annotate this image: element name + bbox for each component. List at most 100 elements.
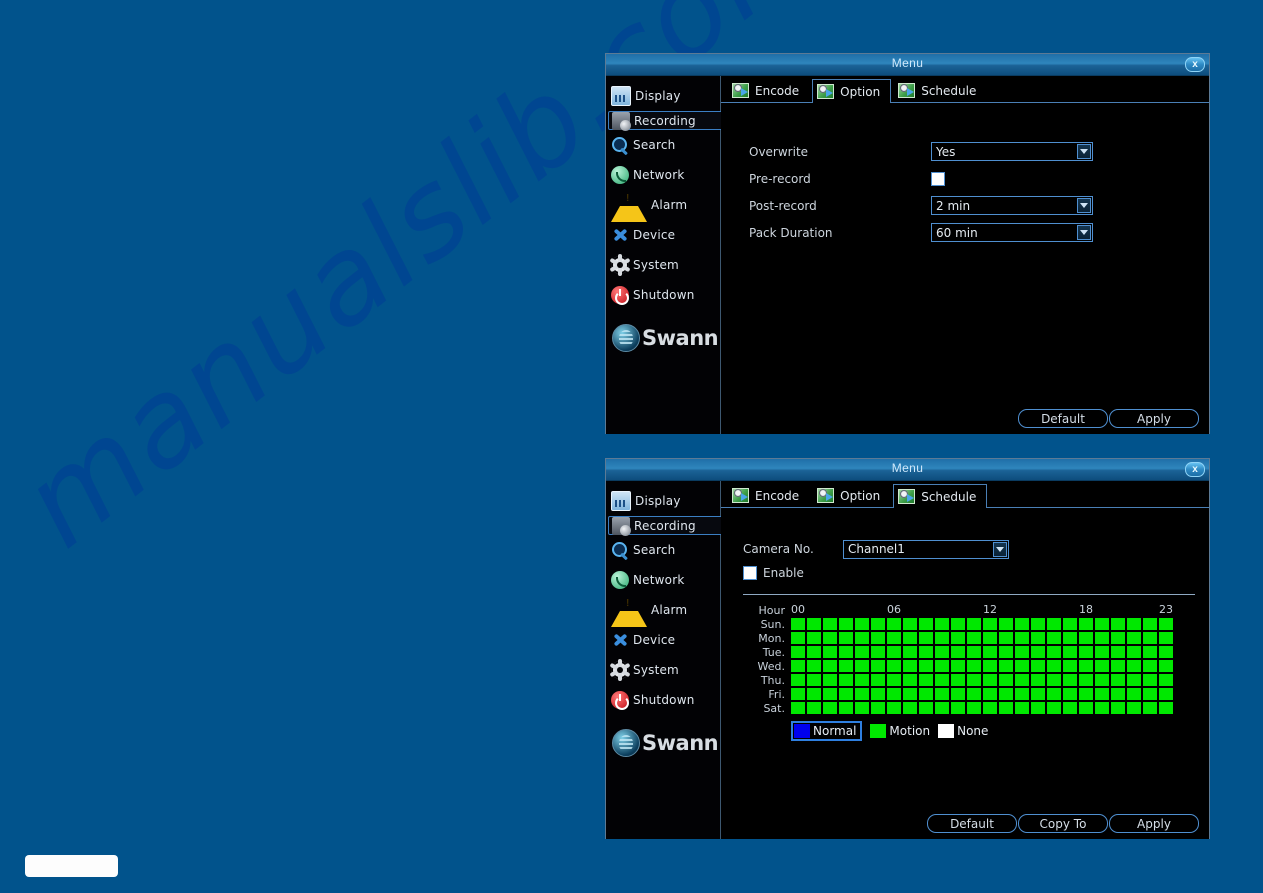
pre-record-checkbox[interactable] xyxy=(931,171,945,186)
schedule-cell[interactable] xyxy=(1143,674,1157,686)
schedule-cell[interactable] xyxy=(823,618,837,630)
schedule-cell[interactable] xyxy=(791,618,805,630)
schedule-cell[interactable] xyxy=(1095,702,1109,714)
schedule-cell[interactable] xyxy=(1063,702,1077,714)
pack-duration-select[interactable]: 60 min xyxy=(931,223,1093,242)
schedule-cell[interactable] xyxy=(1111,646,1125,658)
schedule-cell[interactable] xyxy=(1047,632,1061,644)
schedule-cell[interactable] xyxy=(871,618,885,630)
schedule-cell[interactable] xyxy=(807,688,821,700)
schedule-cell[interactable] xyxy=(1015,618,1029,630)
chevron-down-icon[interactable] xyxy=(1077,225,1091,240)
schedule-cell[interactable] xyxy=(1111,660,1125,672)
schedule-cell[interactable] xyxy=(903,660,917,672)
chevron-down-icon[interactable] xyxy=(1077,144,1091,159)
schedule-cell[interactable] xyxy=(919,674,933,686)
schedule-cell[interactable] xyxy=(1127,618,1141,630)
schedule-cell[interactable] xyxy=(1143,646,1157,658)
schedule-cell[interactable] xyxy=(951,674,965,686)
schedule-cell[interactable] xyxy=(887,660,901,672)
close-icon[interactable]: x xyxy=(1185,462,1205,477)
legend-item-motion[interactable]: Motion xyxy=(870,724,930,738)
schedule-cell[interactable] xyxy=(903,632,917,644)
schedule-cell[interactable] xyxy=(903,618,917,630)
schedule-cell[interactable] xyxy=(1047,660,1061,672)
schedule-cell[interactable] xyxy=(1095,660,1109,672)
schedule-cell[interactable] xyxy=(935,674,949,686)
schedule-cell[interactable] xyxy=(823,660,837,672)
schedule-cell[interactable] xyxy=(1015,632,1029,644)
schedule-cell[interactable] xyxy=(903,646,917,658)
schedule-cell[interactable] xyxy=(1095,646,1109,658)
schedule-cell[interactable] xyxy=(807,674,821,686)
schedule-cell[interactable] xyxy=(1095,688,1109,700)
schedule-cell[interactable] xyxy=(1015,660,1029,672)
schedule-cell[interactable] xyxy=(951,702,965,714)
schedule-cell[interactable] xyxy=(823,702,837,714)
schedule-cell[interactable] xyxy=(871,674,885,686)
schedule-cell[interactable] xyxy=(1063,646,1077,658)
schedule-cell[interactable] xyxy=(871,688,885,700)
tab-schedule[interactable]: Schedule xyxy=(893,78,987,102)
schedule-cell[interactable] xyxy=(791,702,805,714)
schedule-cell[interactable] xyxy=(807,646,821,658)
schedule-cell[interactable] xyxy=(1159,660,1173,672)
schedule-cell[interactable] xyxy=(951,618,965,630)
schedule-cell[interactable] xyxy=(951,660,965,672)
schedule-cell[interactable] xyxy=(791,632,805,644)
schedule-cell[interactable] xyxy=(999,674,1013,686)
schedule-cell[interactable] xyxy=(983,618,997,630)
schedule-cell[interactable] xyxy=(1111,618,1125,630)
schedule-cell[interactable] xyxy=(951,646,965,658)
sidebar-item-alarm[interactable]: Alarm xyxy=(606,595,720,627)
schedule-cell[interactable] xyxy=(999,646,1013,658)
schedule-cell[interactable] xyxy=(919,646,933,658)
schedule-cell[interactable] xyxy=(967,618,981,630)
sidebar-item-device[interactable]: Device xyxy=(606,220,720,250)
schedule-cell[interactable] xyxy=(1111,674,1125,686)
schedule-cell[interactable] xyxy=(1127,660,1141,672)
legend-item-none[interactable]: None xyxy=(938,724,988,738)
schedule-cell[interactable] xyxy=(983,646,997,658)
schedule-cell[interactable] xyxy=(967,674,981,686)
schedule-cell[interactable] xyxy=(823,646,837,658)
schedule-cell[interactable] xyxy=(1031,646,1045,658)
schedule-cell[interactable] xyxy=(1031,702,1045,714)
schedule-cell[interactable] xyxy=(1079,688,1093,700)
legend-item-normal[interactable]: Normal xyxy=(791,721,863,741)
schedule-cell[interactable] xyxy=(1079,646,1093,658)
apply-button[interactable]: Apply xyxy=(1109,814,1199,833)
schedule-cell[interactable] xyxy=(1111,632,1125,644)
schedule-cell[interactable] xyxy=(839,632,853,644)
schedule-cell[interactable] xyxy=(1047,688,1061,700)
schedule-cell[interactable] xyxy=(807,660,821,672)
sidebar-item-search[interactable]: Search xyxy=(606,535,720,565)
schedule-cell[interactable] xyxy=(871,632,885,644)
schedule-cell[interactable] xyxy=(1095,674,1109,686)
schedule-cell[interactable] xyxy=(1111,688,1125,700)
schedule-cell[interactable] xyxy=(999,632,1013,644)
schedule-cell[interactable] xyxy=(935,688,949,700)
schedule-cell[interactable] xyxy=(823,674,837,686)
schedule-cell[interactable] xyxy=(919,618,933,630)
schedule-cell[interactable] xyxy=(951,632,965,644)
sidebar-item-device[interactable]: Device xyxy=(606,625,720,655)
schedule-cell[interactable] xyxy=(823,632,837,644)
schedule-cell[interactable] xyxy=(935,632,949,644)
default-button[interactable]: Default xyxy=(927,814,1017,833)
schedule-cell[interactable] xyxy=(1047,674,1061,686)
schedule-cell[interactable] xyxy=(839,660,853,672)
schedule-cell[interactable] xyxy=(999,688,1013,700)
schedule-cell[interactable] xyxy=(903,702,917,714)
chevron-down-icon[interactable] xyxy=(1077,198,1091,213)
schedule-cell[interactable] xyxy=(1031,674,1045,686)
schedule-cell[interactable] xyxy=(1159,618,1173,630)
schedule-cell[interactable] xyxy=(839,646,853,658)
schedule-cell[interactable] xyxy=(967,702,981,714)
enable-checkbox[interactable] xyxy=(743,566,757,580)
schedule-cell[interactable] xyxy=(1031,660,1045,672)
sidebar-item-shutdown[interactable]: Shutdown xyxy=(606,280,720,310)
copy-to-button[interactable]: Copy To xyxy=(1018,814,1108,833)
schedule-cell[interactable] xyxy=(807,618,821,630)
schedule-cell[interactable] xyxy=(855,646,869,658)
